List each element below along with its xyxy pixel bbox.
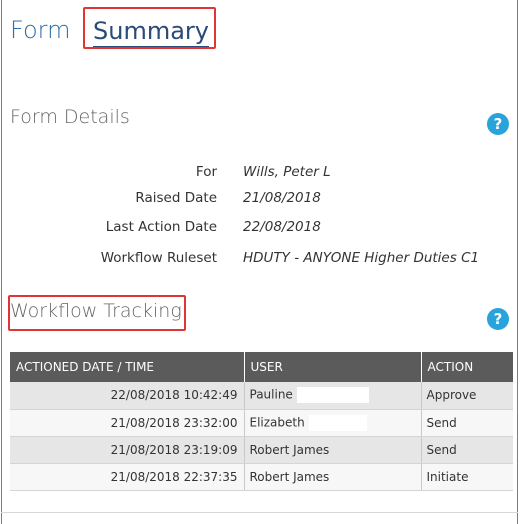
table-row: 22/08/2018 10:42:49 Pauline Approve bbox=[10, 382, 513, 410]
cell-action: Send bbox=[421, 409, 513, 437]
detail-label-last-action-date: Last Action Date bbox=[105, 219, 217, 235]
column-header-action[interactable]: ACTION bbox=[421, 352, 513, 382]
tab-summary[interactable]: Summary bbox=[83, 7, 216, 49]
table-row: 21/08/2018 23:19:09 Robert James Send bbox=[10, 436, 513, 464]
table-row: 21/08/2018 22:37:35 Robert James Initiat… bbox=[10, 463, 513, 491]
workflow-tracking-title: Workflow Tracking bbox=[10, 300, 182, 322]
cell-datetime: 21/08/2018 22:37:35 bbox=[10, 463, 245, 491]
user-name: Pauline bbox=[249, 387, 293, 402]
user-name: Elizabeth bbox=[249, 415, 305, 429]
detail-value-raised-date: 21/08/2018 bbox=[243, 190, 321, 206]
detail-value-for: Wills, Peter L bbox=[243, 164, 331, 180]
cell-user: Elizabeth bbox=[244, 409, 422, 437]
form-details-title: Form Details bbox=[10, 106, 130, 128]
table-row: 21/08/2018 23:32:00 Elizabeth Send bbox=[10, 409, 513, 437]
detail-value-last-action-date: 22/08/2018 bbox=[243, 219, 321, 235]
divider bbox=[1, 512, 518, 513]
column-header-user[interactable]: USER bbox=[244, 352, 422, 382]
cell-action: Approve bbox=[421, 382, 513, 410]
detail-label-workflow-ruleset: Workflow Ruleset bbox=[100, 250, 217, 266]
cell-action: Send bbox=[421, 436, 513, 464]
column-header-datetime[interactable]: ACTIONED DATE / TIME bbox=[10, 352, 245, 382]
redacted-block bbox=[296, 387, 369, 404]
tab-summary-label: Summary bbox=[93, 17, 209, 47]
workflow-tracking-table: ACTIONED DATE / TIME USER ACTION 22/08/2… bbox=[10, 352, 513, 491]
cell-user: Robert James bbox=[244, 463, 422, 491]
workflow-tracking-help-icon[interactable]: ? bbox=[487, 308, 509, 330]
detail-label-for: For bbox=[195, 164, 217, 180]
cell-datetime: 21/08/2018 23:32:00 bbox=[10, 409, 245, 437]
detail-label-raised-date: Raised Date bbox=[135, 190, 217, 206]
detail-value-workflow-ruleset: HDUTY - ANYONE Higher Duties C1 bbox=[243, 250, 480, 266]
cell-user: Robert James bbox=[244, 436, 422, 464]
form-details-help-icon[interactable]: ? bbox=[487, 113, 509, 135]
tab-form[interactable]: Form bbox=[10, 16, 70, 44]
cell-user: Pauline bbox=[244, 382, 422, 410]
cell-datetime: 22/08/2018 10:42:49 bbox=[10, 382, 245, 410]
redacted-block bbox=[308, 414, 367, 431]
cell-action: Initiate bbox=[421, 463, 513, 491]
cell-datetime: 21/08/2018 23:19:09 bbox=[10, 436, 245, 464]
table-header-row: ACTIONED DATE / TIME USER ACTION bbox=[10, 352, 513, 382]
